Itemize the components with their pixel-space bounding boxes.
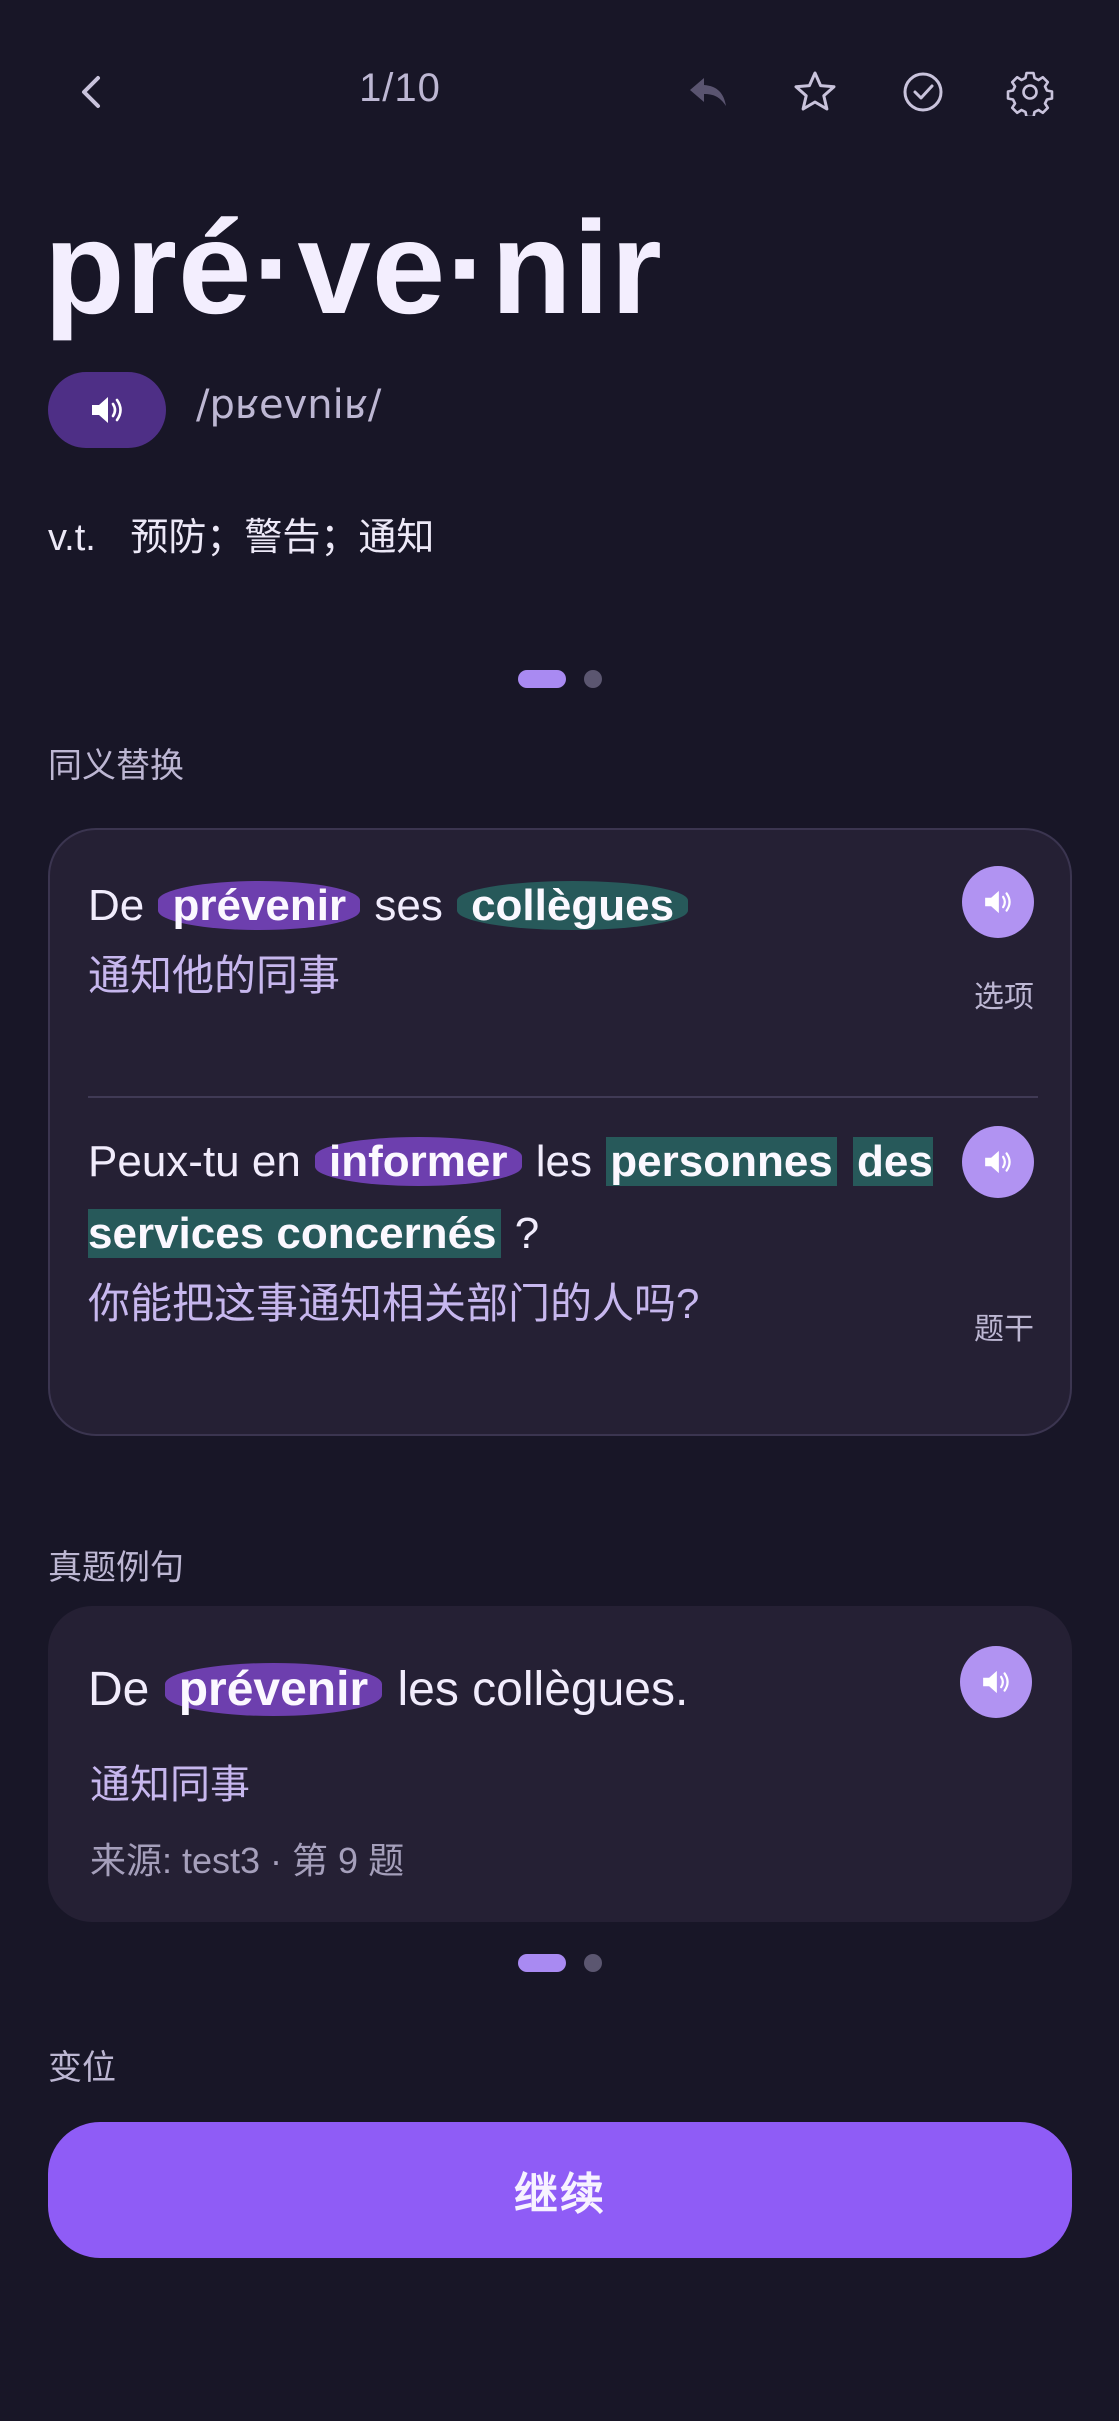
word-pronounce-button[interactable]: [48, 372, 166, 448]
check-circle-icon: [903, 72, 943, 112]
sentence-text: De: [88, 1663, 150, 1716]
highlight-target-word: prévenir: [158, 881, 361, 930]
highlight-synonym-phrase: personnes: [606, 1137, 837, 1186]
synonym-2-tag: 题干: [974, 1313, 1034, 1346]
page-dot[interactable]: [584, 670, 602, 688]
synonym-french-sentence: Peux-tu en informer les personnes des se…: [88, 1126, 988, 1270]
chevron-left-icon: [82, 76, 100, 108]
highlight-target-word: informer: [315, 1137, 522, 1186]
example-card: De prévenir les collègues. 通知同事 来源: test…: [48, 1606, 1072, 1922]
synonym-chinese-translation: 你能把这事通知相关部门的人吗?: [88, 1280, 700, 1327]
phonetic-transcription: /pʁevniʁ/: [196, 382, 382, 428]
highlight-target-word: prévenir: [164, 1663, 383, 1716]
settings-button[interactable]: [990, 52, 1070, 132]
example-page-indicator[interactable]: [518, 1953, 602, 1973]
sentence-text: De: [88, 881, 145, 930]
back-button[interactable]: [52, 52, 132, 132]
favorite-button[interactable]: [775, 52, 855, 132]
sentence-text: les collègues.: [397, 1663, 689, 1716]
example-french-sentence: De prévenir les collègues.: [88, 1650, 688, 1730]
synonym-1-pronounce-button[interactable]: [962, 866, 1034, 938]
synonym-chinese-translation: 通知他的同事: [88, 952, 341, 999]
page-dot-active[interactable]: [518, 1954, 566, 1972]
undo-icon: [690, 78, 726, 106]
speaker-icon: [985, 1150, 1011, 1174]
page-dot[interactable]: [584, 1954, 602, 1972]
divider: [88, 1096, 1038, 1098]
synonym-2-pronounce-button[interactable]: [962, 1126, 1034, 1198]
example-section-label: 真题例句: [48, 1549, 184, 1587]
highlight-synonym-word: collègues: [457, 881, 689, 930]
example-chinese-translation: 通知同事: [90, 1763, 250, 1807]
definition-text: 预防；警告；通知: [130, 517, 435, 559]
variants-section-label: 变位: [48, 2049, 116, 2087]
progress-counter: 1/10: [359, 66, 441, 110]
synonyms-section-label: 同义替换: [48, 747, 184, 785]
speaker-icon: [92, 397, 122, 423]
headword: pré·ve·nir: [44, 194, 663, 341]
example-source: 来源: test3 · 第 9 题: [90, 1840, 405, 1881]
definition-line: v.t. 预防；警告；通知: [48, 506, 434, 561]
synonym-1-tag: 选项: [974, 981, 1034, 1014]
sentence-text: les: [535, 1137, 593, 1186]
sentence-text: ?: [514, 1209, 540, 1258]
synonym-entry: De prévenir ses collègues 通知他的同事: [88, 870, 988, 1010]
star-icon: [794, 71, 836, 111]
part-of-speech: v.t.: [48, 517, 96, 559]
undo-button[interactable]: [668, 52, 748, 132]
speaker-icon: [983, 1670, 1009, 1694]
top-bar: 1/10: [0, 52, 1119, 142]
page-dot-active[interactable]: [518, 670, 566, 688]
definition-page-indicator[interactable]: [518, 669, 602, 689]
word-detail-screen: 1/10 pré·ve·nir /pʁevniʁ/ v.t. 预防；警告；通知 …: [0, 0, 1119, 2421]
example-pronounce-button[interactable]: [960, 1646, 1032, 1718]
gear-icon: [1006, 71, 1054, 116]
synonyms-card: De prévenir ses collègues 通知他的同事 选项 Peux…: [48, 828, 1072, 1436]
speaker-icon: [985, 890, 1011, 914]
synonym-entry: Peux-tu en informer les personnes des se…: [88, 1126, 988, 1338]
continue-button[interactable]: 继续: [48, 2122, 1072, 2258]
synonym-french-sentence: De prévenir ses collègues: [88, 870, 988, 942]
sentence-text: ses: [374, 881, 443, 930]
mastered-button[interactable]: [883, 52, 963, 132]
sentence-text: Peux-tu en: [88, 1137, 301, 1186]
